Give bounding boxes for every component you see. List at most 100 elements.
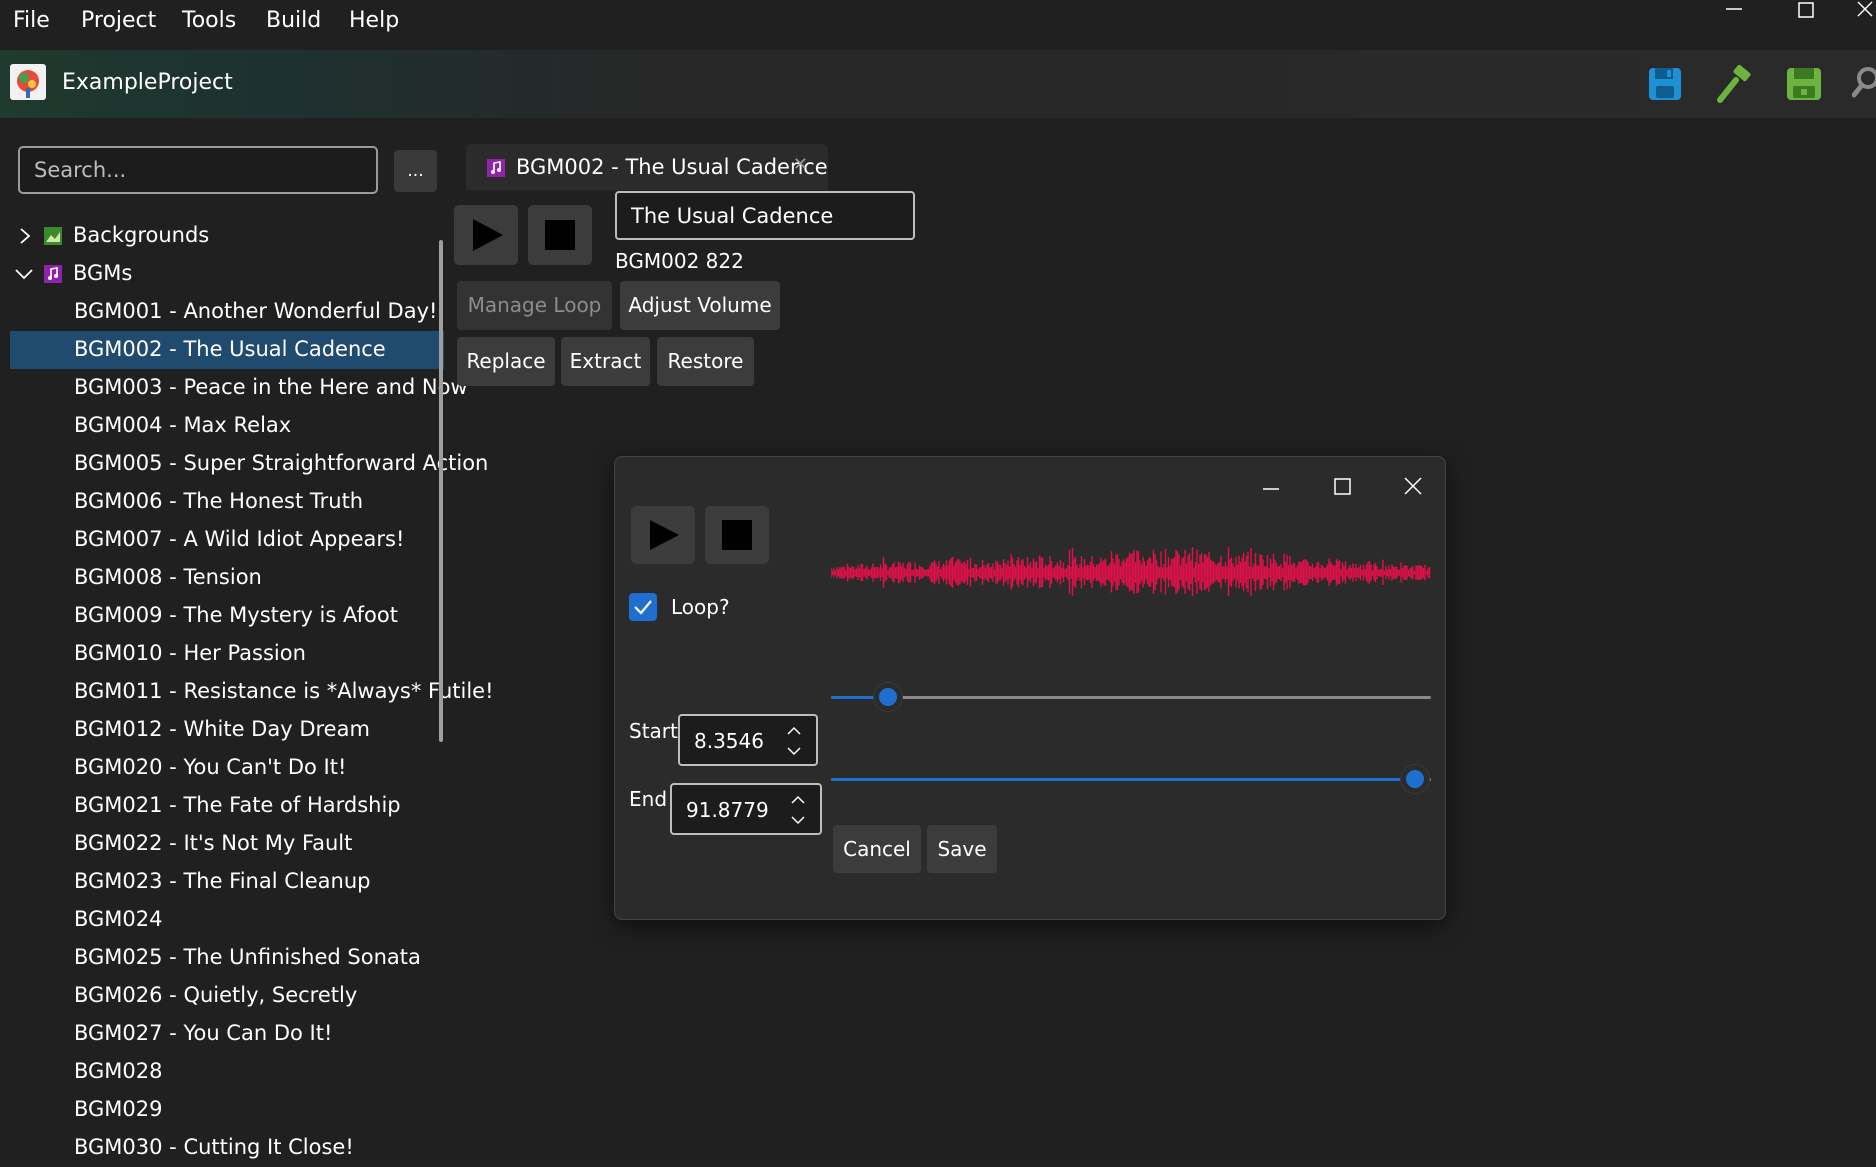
list-item[interactable]: BGM006 - The Honest Truth bbox=[10, 483, 444, 521]
list-item[interactable]: BGM004 - Max Relax bbox=[10, 407, 444, 445]
extract-button[interactable]: Extract bbox=[561, 337, 650, 386]
tab-close-icon[interactable]: ✕ bbox=[793, 154, 808, 175]
dialog-play-button[interactable] bbox=[631, 506, 695, 564]
chevron-down-icon bbox=[15, 269, 33, 280]
tab-label: BGM002 - The Usual Cadence bbox=[516, 155, 828, 179]
manage-loop-button[interactable]: Manage Loop bbox=[457, 281, 612, 330]
spin-down-icon[interactable] bbox=[784, 742, 804, 760]
menu-help[interactable]: Help bbox=[349, 8, 399, 33]
list-item[interactable]: BGM012 - White Day Dream bbox=[10, 711, 444, 749]
close-icon bbox=[1857, 1, 1873, 17]
list-item[interactable]: BGM026 - Quietly, Secretly bbox=[10, 977, 444, 1015]
list-item[interactable]: BGM003 - Peace in the Here and Now bbox=[10, 369, 468, 407]
menu-bar: File Project Tools Build Help bbox=[0, 0, 1876, 42]
dialog-stop-button[interactable] bbox=[705, 506, 769, 564]
list-item-label: BGM006 - The Honest Truth bbox=[74, 489, 364, 513]
cancel-button[interactable]: Cancel bbox=[833, 825, 921, 873]
menu-file[interactable]: File bbox=[13, 8, 50, 33]
list-item[interactable]: BGM010 - Her Passion bbox=[10, 635, 444, 673]
menu-project[interactable]: Project bbox=[81, 8, 156, 33]
save-all-icon[interactable] bbox=[1784, 64, 1824, 104]
list-item-label: BGM005 - Super Straightforward Action bbox=[74, 451, 489, 475]
menu-build[interactable]: Build bbox=[266, 8, 321, 33]
list-item[interactable]: BGM001 - Another Wonderful Day! bbox=[10, 293, 444, 331]
play-button[interactable] bbox=[454, 205, 518, 265]
list-item-label: BGM003 - Peace in the Here and Now bbox=[74, 375, 468, 399]
list-item-label: BGM010 - Her Passion bbox=[74, 641, 306, 665]
list-item[interactable]: BGM030 - Cutting It Close! bbox=[10, 1129, 444, 1167]
end-slider-thumb[interactable] bbox=[1401, 765, 1429, 793]
dialog-close-button[interactable] bbox=[1393, 467, 1433, 503]
close-icon bbox=[1404, 477, 1422, 495]
window-maximize-button[interactable] bbox=[1786, 0, 1826, 24]
list-item[interactable]: BGM028 bbox=[10, 1053, 444, 1091]
list-item-label: BGM011 - Resistance is *Always* Futile! bbox=[74, 679, 494, 703]
more-options-button[interactable]: ... bbox=[394, 150, 437, 192]
start-slider-track[interactable] bbox=[831, 696, 1431, 699]
start-label: Start bbox=[629, 719, 678, 743]
start-value: 8.3546 bbox=[694, 729, 764, 753]
end-spinbox[interactable]: 91.8779 bbox=[670, 783, 822, 835]
menu-tools[interactable]: Tools bbox=[182, 8, 236, 33]
loop-checkbox[interactable] bbox=[629, 593, 657, 621]
dialog-maximize-button[interactable] bbox=[1322, 467, 1362, 503]
list-item-label: BGM007 - A Wild Idiot Appears! bbox=[74, 527, 405, 551]
save-button[interactable]: Save bbox=[927, 825, 997, 873]
window-minimize-button[interactable] bbox=[1714, 0, 1754, 24]
start-slider-thumb[interactable] bbox=[873, 683, 902, 711]
list-item-label: BGM021 - The Fate of Hardship bbox=[74, 793, 401, 817]
list-item-label: BGM002 - The Usual Cadence bbox=[74, 337, 386, 361]
checkmark-icon bbox=[634, 600, 652, 615]
start-spinbox[interactable]: 8.3546 bbox=[678, 714, 818, 766]
tree-item-backgrounds[interactable]: Backgrounds bbox=[10, 217, 440, 255]
list-item[interactable]: BGM029 bbox=[10, 1091, 444, 1129]
search-input[interactable] bbox=[18, 146, 378, 194]
tree-item-label: Backgrounds bbox=[73, 223, 210, 247]
list-item[interactable]: BGM007 - A Wild Idiot Appears! bbox=[10, 521, 444, 559]
list-item-label: BGM025 - The Unfinished Sonata bbox=[74, 945, 421, 969]
maximize-icon bbox=[1798, 2, 1814, 18]
list-item[interactable]: BGM025 - The Unfinished Sonata bbox=[10, 939, 444, 977]
save-icon[interactable] bbox=[1645, 64, 1685, 104]
music-icon bbox=[487, 159, 505, 177]
stop-button[interactable] bbox=[528, 205, 592, 265]
list-item[interactable]: BGM009 - The Mystery is Afoot bbox=[10, 597, 444, 635]
search-icon[interactable] bbox=[1851, 64, 1876, 104]
list-item[interactable]: BGM008 - Tension bbox=[10, 559, 444, 597]
window-close-button[interactable] bbox=[1852, 0, 1876, 24]
manage-loop-dialog: Loop? Start 8.3546 End 91.8779 Cancel Sa… bbox=[614, 456, 1446, 920]
spin-up-icon[interactable] bbox=[784, 722, 804, 740]
bgm-id-label: BGM002 822 bbox=[615, 249, 744, 273]
list-item-label: BGM012 - White Day Dream bbox=[74, 717, 370, 741]
build-hammer-icon[interactable] bbox=[1714, 64, 1754, 104]
adjust-volume-button[interactable]: Adjust Volume bbox=[620, 281, 780, 330]
spin-down-icon[interactable] bbox=[788, 811, 808, 829]
sidebar-scrollbar[interactable] bbox=[439, 240, 443, 742]
dialog-minimize-button[interactable] bbox=[1251, 467, 1291, 503]
project-name: ExampleProject bbox=[62, 70, 233, 95]
list-item[interactable]: BGM011 - Resistance is *Always* Futile! bbox=[10, 673, 494, 711]
list-item-label: BGM022 - It's Not My Fault bbox=[74, 831, 353, 855]
list-item[interactable]: BGM024 bbox=[10, 901, 444, 939]
list-item[interactable]: BGM020 - You Can't Do It! bbox=[10, 749, 444, 787]
spin-up-icon[interactable] bbox=[788, 791, 808, 809]
list-item-label: BGM020 - You Can't Do It! bbox=[74, 755, 347, 779]
list-item-label: BGM024 bbox=[74, 907, 163, 931]
list-item-label: BGM004 - Max Relax bbox=[74, 413, 292, 437]
tab-bgm002[interactable]: BGM002 - The Usual Cadence ✕ bbox=[466, 144, 828, 190]
end-value: 91.8779 bbox=[686, 798, 769, 822]
list-item-label: BGM008 - Tension bbox=[74, 565, 262, 589]
list-item[interactable]: BGM002 - The Usual Cadence bbox=[10, 331, 444, 369]
tree-item-bgms[interactable]: BGMs bbox=[10, 255, 440, 293]
list-item-label: BGM009 - The Mystery is Afoot bbox=[74, 603, 398, 627]
list-item[interactable]: BGM005 - Super Straightforward Action bbox=[10, 445, 488, 483]
maximize-icon bbox=[1334, 478, 1351, 495]
list-item[interactable]: BGM027 - You Can Do It! bbox=[10, 1015, 444, 1053]
list-item[interactable]: BGM022 - It's Not My Fault bbox=[10, 825, 444, 863]
restore-button[interactable]: Restore bbox=[657, 337, 754, 386]
list-item-label: BGM001 - Another Wonderful Day! bbox=[74, 299, 438, 323]
list-item[interactable]: BGM023 - The Final Cleanup bbox=[10, 863, 444, 901]
list-item[interactable]: BGM021 - The Fate of Hardship bbox=[10, 787, 444, 825]
replace-button[interactable]: Replace bbox=[457, 337, 555, 386]
bgm-title-field[interactable] bbox=[615, 191, 915, 240]
